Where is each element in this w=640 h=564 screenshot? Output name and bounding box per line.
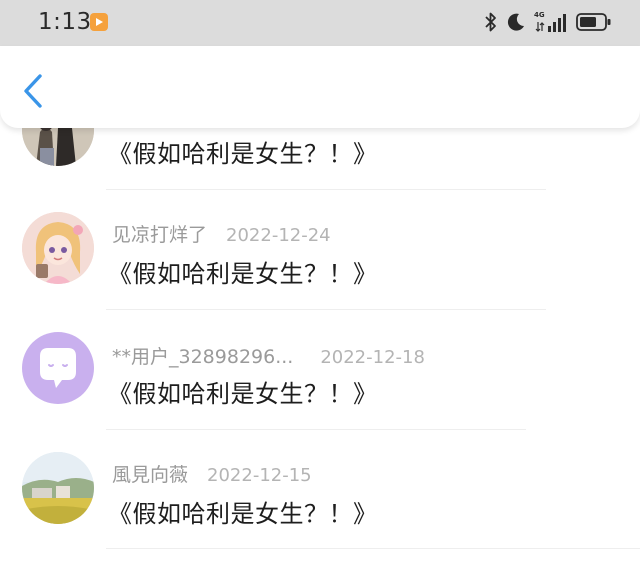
username[interactable]: **用户_32898296... <box>112 342 293 369</box>
comment-text: 《假如哈利是女生？！》 <box>108 260 378 288</box>
date: 2022-12-18 <box>320 347 425 368</box>
comment-text: 《假如哈利是女生？！》 <box>108 500 378 528</box>
battery-icon <box>576 13 611 31</box>
status-time: 1:13 <box>38 9 92 35</box>
date: 2022-12-24 <box>226 225 331 246</box>
chevron-left-icon <box>24 74 42 108</box>
status-bar: 1:13 4G <box>0 0 640 46</box>
video-app-icon <box>90 13 108 31</box>
user-line: 風見向薇 2022-12-15 <box>112 460 312 487</box>
comment-text: 《假如哈利是女生？！》 <box>108 140 378 168</box>
signal-icon: 4G <box>534 11 568 33</box>
date: 2022-12-15 <box>207 465 312 486</box>
avatar[interactable] <box>22 332 94 404</box>
nav-bar <box>0 46 640 128</box>
avatar[interactable] <box>22 212 94 284</box>
moon-icon <box>507 13 524 31</box>
list-item[interactable]: **用户_32898296... 2022-12-18 《假如哈利是女生？！》 <box>0 310 640 430</box>
username[interactable]: 風見向薇 <box>112 460 188 487</box>
user-line: 见凉打烊了 2022-12-24 <box>112 220 331 247</box>
list-item[interactable]: 風見向薇 2022-12-15 《假如哈利是女生？！》 <box>0 430 640 550</box>
back-button[interactable] <box>20 74 48 108</box>
username[interactable]: 见凉打烊了 <box>112 220 207 247</box>
bluetooth-icon <box>485 12 496 32</box>
divider <box>106 548 640 549</box>
user-line: **用户_32898296... 2022-12-18 <box>112 342 425 369</box>
list-item[interactable]: 见凉打烊了 2022-12-24 《假如哈利是女生？！》 <box>0 190 640 310</box>
status-icons: 4G <box>484 11 612 33</box>
avatar[interactable] <box>22 452 94 524</box>
comment-text: 《假如哈利是女生？！》 <box>108 380 378 408</box>
